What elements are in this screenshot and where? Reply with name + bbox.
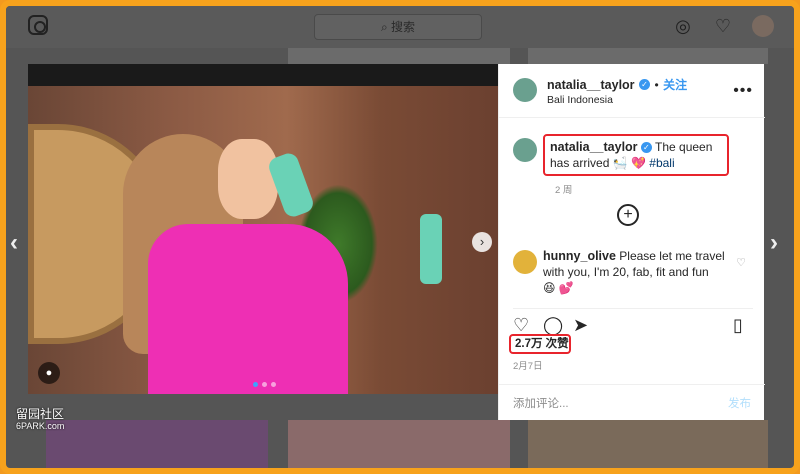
comment-item: hunny_olive Please let me travel with yo…	[543, 248, 729, 296]
share-paper-plane-icon[interactable]: ➤	[573, 315, 588, 336]
author-avatar[interactable]	[513, 78, 537, 102]
post-comment-button[interactable]: 发布	[728, 395, 751, 411]
save-bookmark-icon[interactable]: ▯	[733, 315, 743, 336]
watermark-line2: 6PARK.com	[16, 421, 65, 431]
compass-icon[interactable]: ◎	[672, 15, 694, 37]
like-heart-icon[interactable]: ♡	[513, 315, 529, 336]
more-options-icon[interactable]: •••	[733, 82, 753, 100]
load-more-comments-icon[interactable]: +	[617, 204, 639, 226]
top-navigation-bar: ⌕ 搜索 ◎ ♡	[6, 6, 794, 48]
background-feed-tile	[46, 420, 268, 468]
comment-bubble-icon[interactable]: ◯	[543, 315, 563, 336]
top-icons: ◎ ♡	[672, 15, 774, 37]
carousel-next-icon[interactable]: ›	[472, 232, 492, 252]
comment-emoji: 😆 💕	[543, 281, 574, 295]
watermark: 留园社区 6PARK.com	[16, 408, 64, 432]
post-header: natalia__taylor ✓ • 关注 Bali Indonesia ••…	[499, 64, 765, 118]
caption-username[interactable]: natalia__taylor	[550, 140, 638, 154]
search-placeholder: 搜索	[391, 20, 416, 34]
carousel-dot	[271, 382, 276, 387]
caption-emoji: 🛀 💖	[612, 156, 646, 170]
verified-icon: ✓	[640, 142, 652, 154]
search-icon: ⌕	[380, 20, 392, 34]
post-photo[interactable]: › ●	[28, 64, 498, 394]
next-post-arrow-icon[interactable]: ›	[770, 229, 778, 257]
comment-input-field[interactable]: 添加评论...	[513, 395, 569, 411]
tagged-user-icon[interactable]: ●	[38, 362, 60, 384]
photo-face	[218, 139, 278, 219]
follow-button[interactable]: 关注	[663, 78, 687, 92]
background-feed-tile	[288, 48, 510, 64]
search-input[interactable]: ⌕ 搜索	[314, 14, 482, 40]
commenter-username[interactable]: hunny_olive	[543, 249, 616, 263]
comment-input-bar: 添加评论... 发布	[499, 384, 765, 420]
background-feed-tile	[528, 48, 768, 64]
background-feed-tile	[528, 420, 768, 468]
watermark-line1: 留园社区	[16, 407, 65, 421]
author-line: natalia__taylor ✓ • 关注	[547, 76, 687, 94]
previous-post-arrow-icon[interactable]: ‹	[10, 229, 18, 257]
carousel-dot	[262, 382, 267, 387]
likes-count[interactable]: 2.7万 次赞	[509, 334, 571, 354]
carousel-dot	[253, 382, 258, 387]
caption-highlight-box: natalia__taylor ✓ The queen has arrived …	[543, 134, 729, 176]
post-side-panel: natalia__taylor ✓ • 关注 Bali Indonesia ••…	[498, 64, 765, 420]
post-location[interactable]: Bali Indonesia	[547, 94, 613, 106]
post-date: 2月7日	[513, 361, 543, 372]
caption-time: 2 周	[555, 185, 573, 196]
caption-author-avatar[interactable]	[513, 138, 537, 162]
author-username[interactable]: natalia__taylor	[547, 78, 635, 92]
post-actions-bar: ♡ ◯ ➤ ▯	[513, 308, 753, 335]
comment-like-heart-icon[interactable]: ♡	[736, 256, 746, 269]
separator-dot: •	[654, 78, 659, 92]
photo-wall-telephone	[420, 214, 442, 284]
heart-icon[interactable]: ♡	[712, 15, 734, 37]
verified-icon: ✓	[639, 79, 650, 91]
carousel-dots	[253, 382, 276, 387]
instagram-icon[interactable]	[28, 15, 48, 35]
commenter-avatar[interactable]	[513, 250, 537, 274]
screenshot-frame: ⌕ 搜索 ◎ ♡ ‹ › › ● natalia__taylor ✓ • 关注 …	[0, 0, 800, 474]
caption-hashtag[interactable]: #bali	[649, 156, 674, 170]
photo-dress	[148, 224, 348, 394]
profile-avatar[interactable]	[752, 15, 774, 37]
background-feed-tile	[288, 420, 510, 468]
